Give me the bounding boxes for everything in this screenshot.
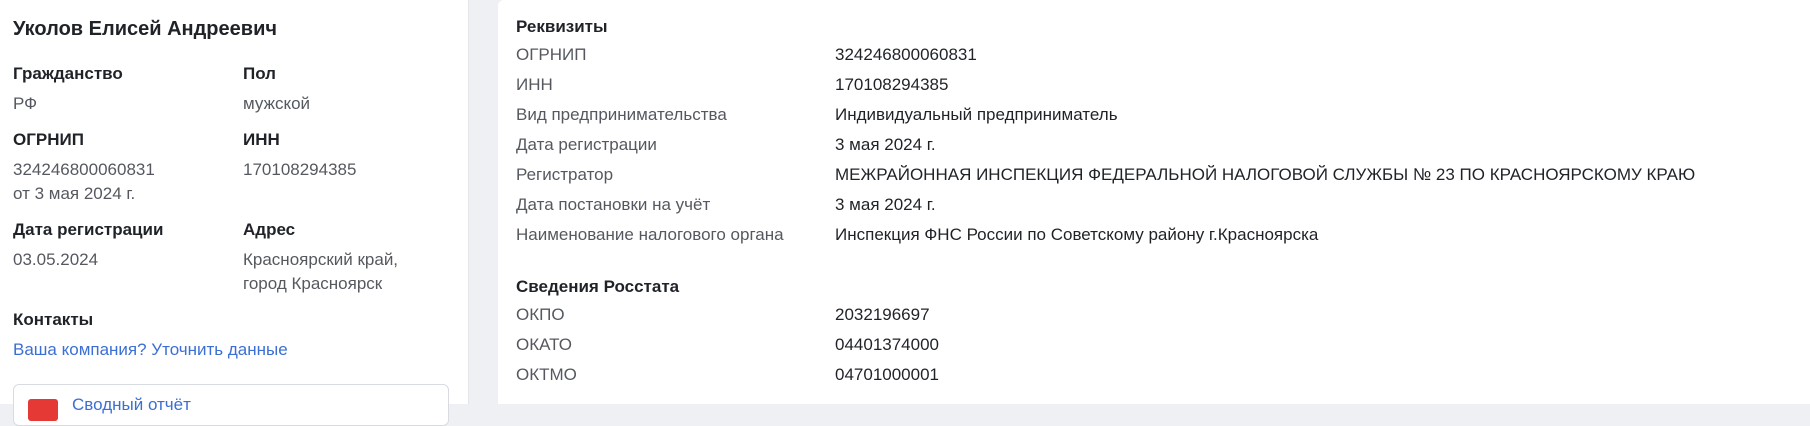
requisites-title: Реквизиты <box>516 17 608 36</box>
address-line1: Красноярский край, <box>243 250 399 269</box>
inn-value: 170108294385 <box>243 160 357 179</box>
rosstat-row-label: ОКАТО <box>516 335 572 354</box>
req-row-label: Дата регистрации <box>516 135 657 154</box>
reg-date-value: 03.05.2024 <box>13 250 99 269</box>
req-row-label: Наименование налогового органа <box>516 225 784 244</box>
citizenship-value: РФ <box>13 94 38 113</box>
address-line2: город Красноярск <box>243 274 383 293</box>
summary-report-button[interactable]: Сводный отчёт <box>13 384 449 426</box>
summary-report-label: Сводный отчёт <box>72 395 191 414</box>
rosstat-row-label: ОКПО <box>516 305 565 324</box>
req-row-value: Инспекция ФНС России по Советскому район… <box>835 225 1319 244</box>
req-row-value: 3 мая 2024 г. <box>835 195 936 214</box>
rosstat-row-value: 2032196697 <box>835 305 930 324</box>
claim-company-link[interactable]: Ваша компания? Уточнить данные <box>13 340 288 360</box>
req-row-label: ОГРНИП <box>516 45 587 64</box>
person-name: Уколов Елисей Андреевич <box>13 18 277 40</box>
req-row-value: 3 мая 2024 г. <box>835 135 936 154</box>
gender-label: Пол <box>243 64 276 83</box>
req-row-value: 324246800060831 <box>835 45 977 64</box>
req-row-label: Вид предпринимательства <box>516 105 727 124</box>
ogrnip-date: от 3 мая 2024 г. <box>13 184 136 203</box>
req-row-label: ИНН <box>516 75 553 94</box>
gender-value: мужской <box>243 94 311 113</box>
ogrnip-value: 324246800060831 <box>13 160 155 179</box>
req-row-value: 170108294385 <box>835 75 949 94</box>
requisites-card: Реквизиты ОГРНИП 324246800060831 ИНН 170… <box>498 0 1810 404</box>
contacts-label: Контакты <box>13 310 94 329</box>
address-label: Адрес <box>243 220 296 239</box>
rosstat-row-label: ОКТМО <box>516 365 577 384</box>
rosstat-title: Сведения Росстата <box>516 277 680 296</box>
inn-label: ИНН <box>243 130 280 149</box>
company-summary-card: Уколов Елисей Андреевич Гражданство РФ П… <box>0 0 469 426</box>
req-row-label: Дата постановки на учёт <box>516 195 711 214</box>
rosstat-row-value: 04401374000 <box>835 335 940 354</box>
rosstat-row-value: 04701000001 <box>835 365 940 384</box>
req-row-value: Индивидуальный предприниматель <box>835 105 1118 124</box>
report-icon <box>28 399 58 421</box>
reg-date-label: Дата регистрации <box>13 220 164 239</box>
citizenship-label: Гражданство <box>13 64 123 83</box>
req-row-value: МЕЖРАЙОННАЯ ИНСПЕКЦИЯ ФЕДЕРАЛЬНОЙ НАЛОГО… <box>835 165 1696 184</box>
ogrnip-label: ОГРНИП <box>13 130 84 149</box>
req-row-label: Регистратор <box>516 165 614 184</box>
